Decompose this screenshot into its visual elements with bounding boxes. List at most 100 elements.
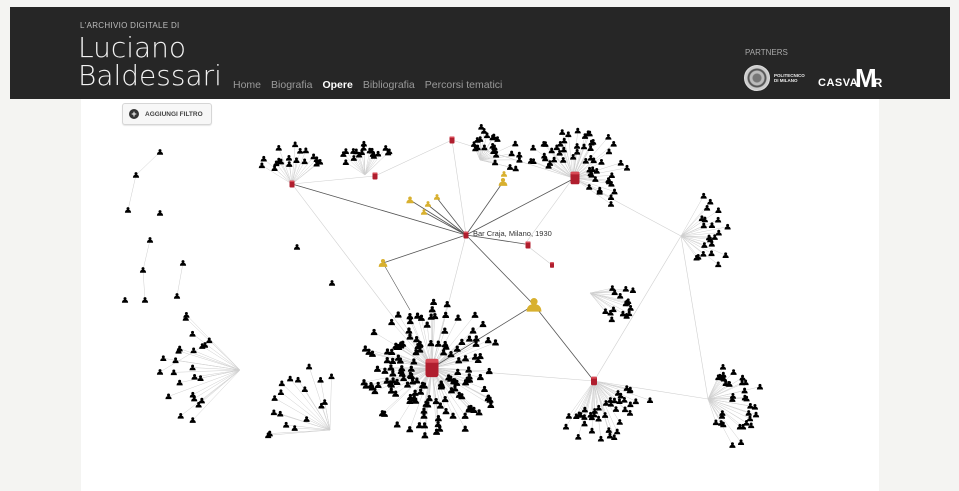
person-node-icon[interactable] <box>736 437 746 447</box>
person-node-icon[interactable] <box>713 205 723 215</box>
person-node-icon[interactable] <box>276 387 286 397</box>
person-node-icon[interactable] <box>621 284 631 294</box>
nav-percorsi-tematici[interactable]: Percorsi tematici <box>425 79 503 91</box>
person-node-icon[interactable] <box>172 291 182 301</box>
person-node-icon[interactable] <box>176 411 186 421</box>
partner-polimi-logo[interactable]: POLITECNICO DI MILANO <box>744 65 805 91</box>
person-node-icon[interactable] <box>259 154 269 164</box>
person-node-icon[interactable] <box>460 423 471 434</box>
person-node-icon[interactable] <box>468 325 479 336</box>
person-node-icon[interactable] <box>291 155 301 165</box>
work-node-icon[interactable] <box>463 231 469 239</box>
person-node-icon[interactable] <box>547 146 557 156</box>
person-node-icon[interactable] <box>123 205 133 215</box>
person-node-icon[interactable] <box>290 139 300 149</box>
person-node-icon[interactable] <box>257 160 267 170</box>
person-node-icon[interactable] <box>386 317 397 328</box>
highlighted-person-node-icon[interactable] <box>496 175 510 189</box>
highlighted-person-node-icon[interactable] <box>432 192 442 202</box>
site-title[interactable]: Luciano Baldessari <box>78 34 222 90</box>
person-node-icon[interactable] <box>490 157 500 167</box>
nav-home[interactable]: Home <box>233 79 261 91</box>
person-node-icon[interactable] <box>603 132 613 142</box>
person-node-icon[interactable] <box>645 395 655 405</box>
work-node-icon[interactable] <box>525 241 531 249</box>
person-node-icon[interactable] <box>573 432 583 442</box>
partner-mr-logo[interactable]: MR <box>855 65 885 96</box>
highlighted-person-node-icon[interactable] <box>404 194 416 206</box>
nav-opere[interactable]: Opere <box>322 79 352 91</box>
person-node-icon[interactable] <box>616 158 626 168</box>
person-node-icon[interactable] <box>155 208 165 218</box>
nav-bibliografia[interactable]: Bibliografia <box>363 79 415 91</box>
work-node-icon[interactable] <box>449 136 455 144</box>
person-node-icon[interactable] <box>188 390 198 400</box>
person-node-icon[interactable] <box>301 145 311 155</box>
person-node-icon[interactable] <box>561 422 571 432</box>
nav-biografia[interactable]: Biografia <box>271 79 312 91</box>
person-node-icon[interactable] <box>164 391 174 401</box>
highlighted-person-node-icon[interactable] <box>499 169 509 179</box>
person-node-icon[interactable] <box>609 139 619 149</box>
person-node-icon[interactable] <box>607 314 617 324</box>
person-node-icon[interactable] <box>713 215 723 225</box>
person-node-icon[interactable] <box>615 417 625 427</box>
person-node-icon[interactable] <box>281 420 291 430</box>
person-node-icon[interactable] <box>470 309 481 320</box>
person-node-icon[interactable] <box>175 378 185 388</box>
person-node-icon[interactable] <box>178 258 188 268</box>
work-node-icon[interactable] <box>591 376 597 386</box>
person-node-icon[interactable] <box>477 319 488 330</box>
person-node-icon[interactable] <box>479 384 490 395</box>
person-node-icon[interactable] <box>155 367 165 377</box>
person-node-icon[interactable] <box>120 295 130 305</box>
work-node-icon[interactable] <box>570 171 580 185</box>
person-node-icon[interactable] <box>507 148 517 158</box>
person-node-icon[interactable] <box>699 191 709 201</box>
person-node-icon[interactable] <box>723 222 733 232</box>
network-graph[interactable] <box>81 99 879 491</box>
person-node-icon[interactable] <box>740 386 750 396</box>
person-node-icon[interactable] <box>453 312 464 323</box>
add-filter-button[interactable]: + AGGIUNGI FILTRO <box>122 103 212 125</box>
person-node-icon[interactable] <box>274 143 284 153</box>
highlighted-person-node-icon[interactable] <box>376 256 390 270</box>
partner-casva-logo[interactable]: CASVA <box>818 77 858 89</box>
person-node-icon[interactable] <box>721 250 731 260</box>
person-node-icon[interactable] <box>369 327 380 338</box>
person-node-icon[interactable] <box>727 440 737 450</box>
person-node-icon[interactable] <box>510 139 520 149</box>
person-node-icon[interactable] <box>475 372 486 383</box>
person-node-icon[interactable] <box>718 362 728 372</box>
person-node-icon[interactable] <box>751 410 761 420</box>
person-node-icon[interactable] <box>539 139 549 149</box>
person-node-icon[interactable] <box>755 382 765 392</box>
person-node-icon[interactable] <box>292 242 302 252</box>
person-node-icon[interactable] <box>419 430 430 441</box>
person-node-icon[interactable] <box>293 375 303 385</box>
person-node-icon[interactable] <box>433 338 444 349</box>
person-node-icon[interactable] <box>713 259 723 269</box>
person-node-icon[interactable] <box>316 375 326 385</box>
person-node-icon[interactable] <box>558 155 568 165</box>
person-node-icon[interactable] <box>158 353 168 363</box>
work-node-icon[interactable] <box>372 172 378 180</box>
person-node-icon[interactable] <box>392 419 403 430</box>
person-node-icon[interactable] <box>448 410 459 421</box>
person-node-icon[interactable] <box>490 337 501 348</box>
person-node-icon[interactable] <box>528 143 538 153</box>
person-node-icon[interactable] <box>573 126 583 136</box>
person-node-icon[interactable] <box>285 374 295 384</box>
person-node-icon[interactable] <box>596 434 606 444</box>
person-node-icon[interactable] <box>327 278 337 288</box>
person-node-icon[interactable] <box>596 157 606 167</box>
work-node-icon[interactable] <box>550 262 554 268</box>
work-node-icon[interactable] <box>289 180 295 188</box>
person-node-icon[interactable] <box>711 417 721 427</box>
network-canvas[interactable] <box>81 99 879 491</box>
person-node-icon[interactable] <box>304 362 314 372</box>
person-node-icon[interactable] <box>341 157 351 167</box>
work-node-icon[interactable] <box>425 358 439 378</box>
person-node-icon[interactable] <box>404 424 415 435</box>
person-node-icon[interactable] <box>145 235 155 245</box>
